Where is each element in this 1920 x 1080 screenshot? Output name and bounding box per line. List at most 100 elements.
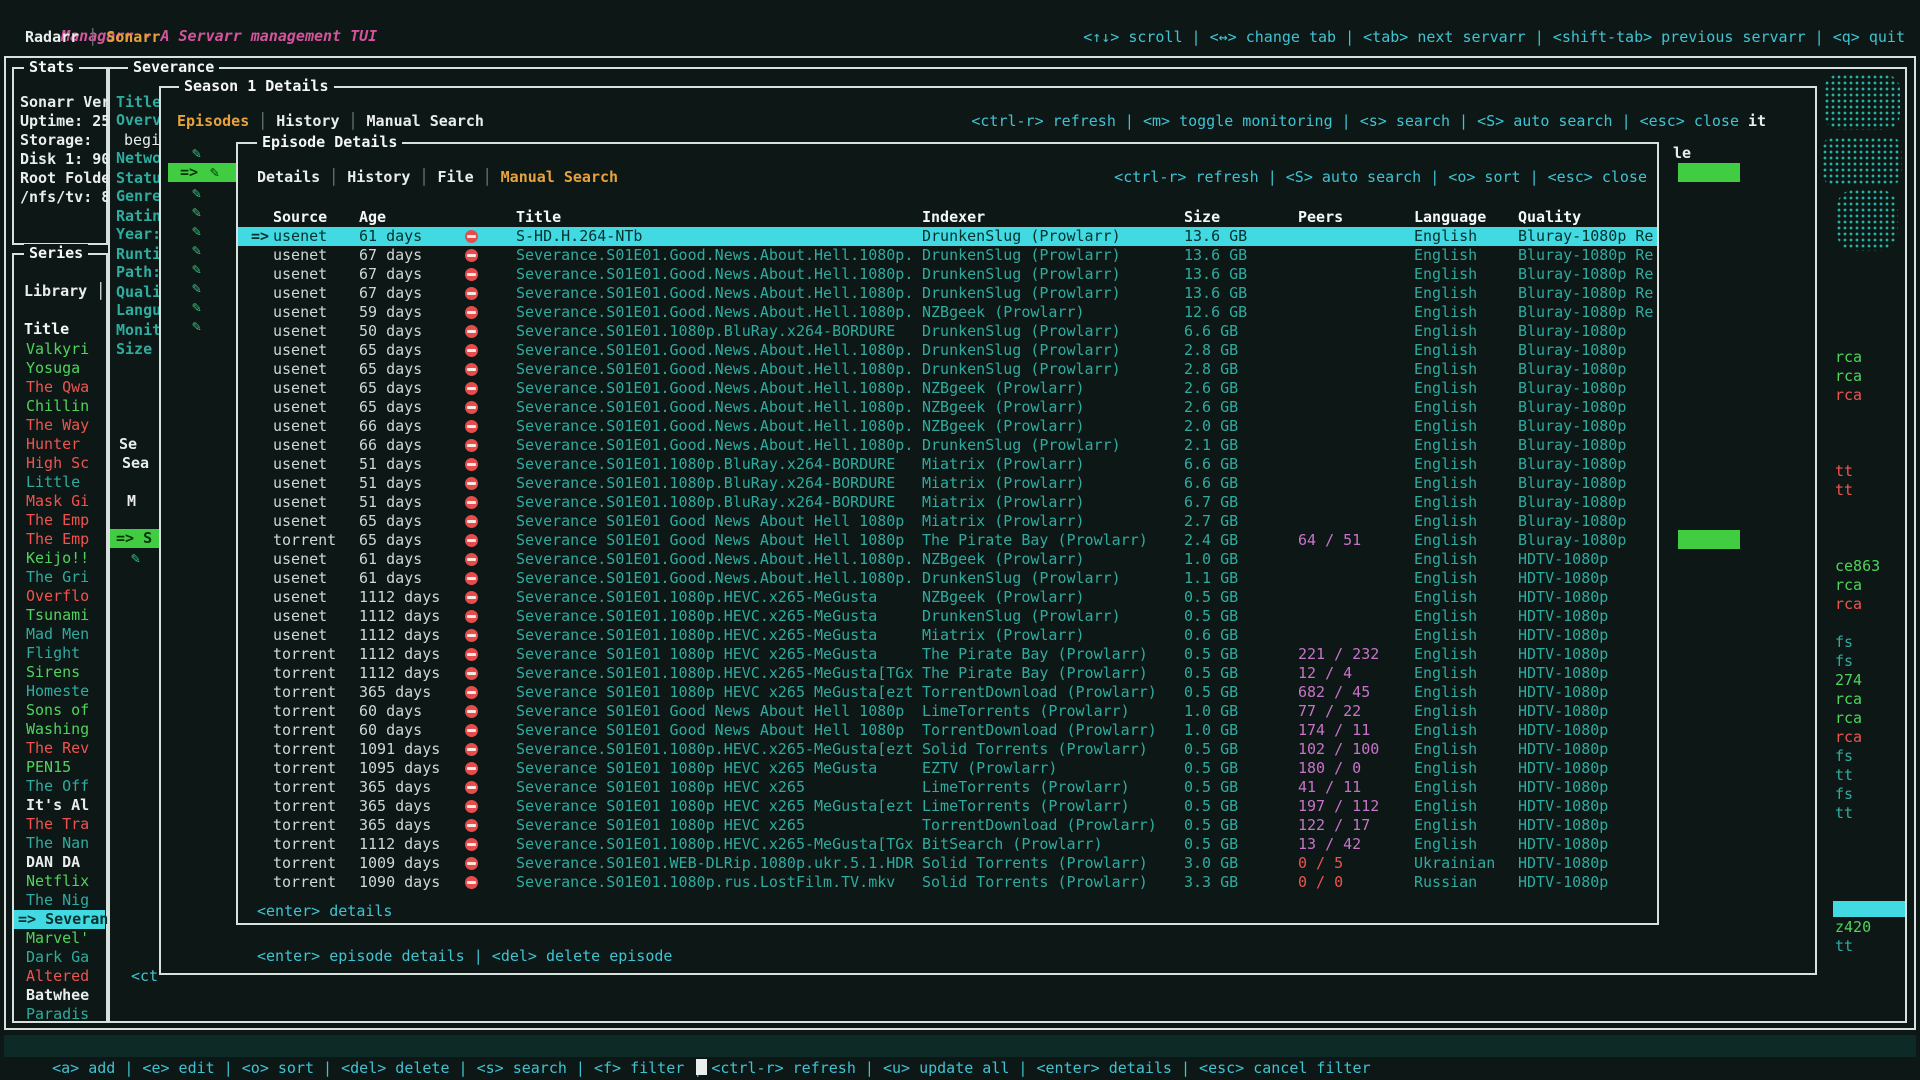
result-row[interactable]: usenet65 daysSeverance.S01E01.Good.News.…	[238, 341, 1657, 360]
servarr-tab-sonarr[interactable]: Sonarr	[106, 28, 160, 46]
result-row[interactable]: usenet66 daysSeverance.S01E01.Good.News.…	[238, 436, 1657, 455]
series-item[interactable]: The Qwa	[14, 378, 105, 397]
monitored-icon[interactable]: ✎	[192, 298, 201, 317]
series-item[interactable]: Mad Men	[14, 625, 105, 644]
result-row[interactable]: usenet1112 daysSeverance.S01E01.1080p.HE…	[238, 607, 1657, 626]
monitored-icon[interactable]: ✎	[131, 549, 140, 568]
result-row[interactable]: usenet51 daysSeverance.S01E01.1080p.BluR…	[238, 455, 1657, 474]
servarr-tab-radarr[interactable]: Radarr	[25, 28, 79, 46]
monitored-icon[interactable]: ✎	[192, 260, 201, 279]
series-item[interactable]: Homeste	[14, 682, 105, 701]
result-row[interactable]: torrent1009 daysSeverance.S01E01.WEB-DLR…	[238, 854, 1657, 873]
monitored-icon[interactable]: ✎	[192, 279, 201, 298]
series-item[interactable]: Netflix	[14, 872, 105, 891]
monitored-icon[interactable]: ✎	[192, 203, 201, 222]
series-item[interactable]: Yosuga	[14, 359, 105, 378]
series-item[interactable]: The Way	[14, 416, 105, 435]
result-row[interactable]: usenet66 daysSeverance.S01E01.Good.News.…	[238, 417, 1657, 436]
result-row[interactable]: torrent365 daysSeverance S01E01 1080p HE…	[238, 778, 1657, 797]
result-row[interactable]: usenet67 daysSeverance.S01E01.Good.News.…	[238, 284, 1657, 303]
series-item[interactable]: Little	[14, 473, 105, 492]
result-row[interactable]: torrent60 daysSeverance S01E01 Good News…	[238, 702, 1657, 721]
series-item[interactable]: Hunter	[14, 435, 105, 454]
column-header-source[interactable]: Source	[273, 208, 327, 227]
result-row[interactable]: torrent365 daysSeverance S01E01 1080p HE…	[238, 797, 1657, 816]
series-item[interactable]: It's Al	[14, 796, 105, 815]
series-item[interactable]: The Nig	[14, 891, 105, 910]
series-item[interactable]: Sirens	[14, 663, 105, 682]
result-row[interactable]: usenet61 daysSeverance.S01E01.Good.News.…	[238, 550, 1657, 569]
result-row[interactable]: torrent365 daysSeverance S01E01 1080p HE…	[238, 683, 1657, 702]
series-item[interactable]: The Nan	[14, 834, 105, 853]
series-item[interactable]: DAN DA	[14, 853, 105, 872]
series-item[interactable]: The Rev	[14, 739, 105, 758]
column-header-quality[interactable]: Quality	[1518, 208, 1581, 227]
monitored-icon[interactable]: ✎	[192, 241, 201, 260]
episode-tab-history[interactable]: History	[347, 168, 410, 186]
column-header-language[interactable]: Language	[1414, 208, 1486, 227]
column-header-indexer[interactable]: Indexer	[922, 208, 985, 227]
series-item[interactable]: The Emp	[14, 530, 105, 549]
monitored-icon[interactable]: ✎	[192, 184, 201, 203]
series-item-selected[interactable]: => Severan	[14, 910, 105, 929]
monitored-icon[interactable]: ✎	[192, 317, 201, 336]
result-row[interactable]: usenet67 daysSeverance.S01E01.Good.News.…	[238, 265, 1657, 284]
result-row[interactable]: usenet1112 daysSeverance.S01E01.1080p.HE…	[238, 588, 1657, 607]
result-row[interactable]: usenet65 daysSeverance S01E01 Good News …	[238, 512, 1657, 531]
series-item[interactable]: Flight	[14, 644, 105, 663]
season-tab-episodes[interactable]: Episodes	[177, 112, 249, 130]
result-row[interactable]: torrent1095 daysSeverance S01E01 1080p H…	[238, 759, 1657, 778]
result-row[interactable]: usenet50 daysSeverance.S01E01.1080p.BluR…	[238, 322, 1657, 341]
result-row[interactable]: torrent65 daysSeverance S01E01 Good News…	[238, 531, 1657, 550]
result-row[interactable]: usenet65 daysSeverance.S01E01.Good.News.…	[238, 360, 1657, 379]
result-row[interactable]: usenet51 daysSeverance.S01E01.1080p.BluR…	[238, 493, 1657, 512]
result-row[interactable]: torrent365 daysSeverance S01E01 1080p HE…	[238, 816, 1657, 835]
episode-tab-manual-search[interactable]: Manual Search	[501, 168, 618, 186]
series-item[interactable]: Chillin	[14, 397, 105, 416]
result-row[interactable]: usenet1112 daysSeverance.S01E01.1080p.HE…	[238, 626, 1657, 645]
series-item[interactable]: Keijo!!	[14, 549, 105, 568]
result-row[interactable]: torrent60 daysSeverance S01E01 Good News…	[238, 721, 1657, 740]
result-row[interactable]: torrent1090 daysSeverance.S01E01.1080p.r…	[238, 873, 1657, 892]
series-item[interactable]: The Tra	[14, 815, 105, 834]
episode-tab-file[interactable]: File	[438, 168, 474, 186]
column-header-age[interactable]: Age	[359, 208, 386, 227]
result-row[interactable]: usenet59 daysSeverance.S01E01.Good.News.…	[238, 303, 1657, 322]
result-row[interactable]: usenet51 daysSeverance.S01E01.1080p.BluR…	[238, 474, 1657, 493]
result-row[interactable]: torrent1112 daysSeverance.S01E01.1080p.H…	[238, 835, 1657, 854]
series-item[interactable]: Overflo	[14, 587, 105, 606]
series-tab-library[interactable]: Library │	[24, 282, 105, 300]
series-item[interactable]: Valkyri	[14, 340, 105, 359]
result-row[interactable]: usenet65 daysSeverance.S01E01.Good.News.…	[238, 398, 1657, 417]
series-item[interactable]: Tsunami	[14, 606, 105, 625]
series-item[interactable]: The Emp	[14, 511, 105, 530]
column-header-title[interactable]: Title	[516, 208, 561, 227]
series-item[interactable]: High Sc	[14, 454, 105, 473]
series-item[interactable]: Sons of	[14, 701, 105, 720]
series-item[interactable]: PEN15	[14, 758, 105, 777]
series-item[interactable]: The Off	[14, 777, 105, 796]
monitored-icon[interactable]: ✎	[192, 144, 201, 163]
column-header-peers[interactable]: Peers	[1298, 208, 1343, 227]
column-header-size[interactable]: Size	[1184, 208, 1220, 227]
result-row[interactable]: torrent1112 daysSeverance S01E01 1080p H…	[238, 645, 1657, 664]
series-item[interactable]: Dark Ga	[14, 948, 105, 967]
result-row-selected[interactable]: =>usenet61 daysS-HD.H.264-NTbDrunkenSlug…	[238, 227, 1657, 246]
series-item[interactable]: Marvel'	[14, 929, 105, 948]
series-item[interactable]: Altered	[14, 967, 105, 986]
series-item[interactable]: The Gri	[14, 568, 105, 587]
series-item[interactable]: Washing	[14, 720, 105, 739]
selected-season-row-fragment[interactable]: => S	[110, 529, 159, 548]
selected-episode-row[interactable]: => ✎	[168, 163, 237, 182]
series-item[interactable]: Mask Gi	[14, 492, 105, 511]
result-row[interactable]: torrent1091 daysSeverance.S01E01.1080p.H…	[238, 740, 1657, 759]
series-item[interactable]: Batwhee	[14, 986, 105, 1005]
result-row[interactable]: usenet61 daysSeverance.S01E01.Good.News.…	[238, 569, 1657, 588]
season-tab-manual-search[interactable]: Manual Search	[367, 112, 484, 130]
result-row[interactable]: torrent1112 daysSeverance.S01E01.1080p.H…	[238, 664, 1657, 683]
season-tab-history[interactable]: History	[276, 112, 339, 130]
result-row[interactable]: usenet67 daysSeverance.S01E01.Good.News.…	[238, 246, 1657, 265]
series-item[interactable]: Paradis	[14, 1005, 105, 1024]
monitored-icon[interactable]: ✎	[192, 222, 201, 241]
result-row[interactable]: usenet65 daysSeverance.S01E01.Good.News.…	[238, 379, 1657, 398]
